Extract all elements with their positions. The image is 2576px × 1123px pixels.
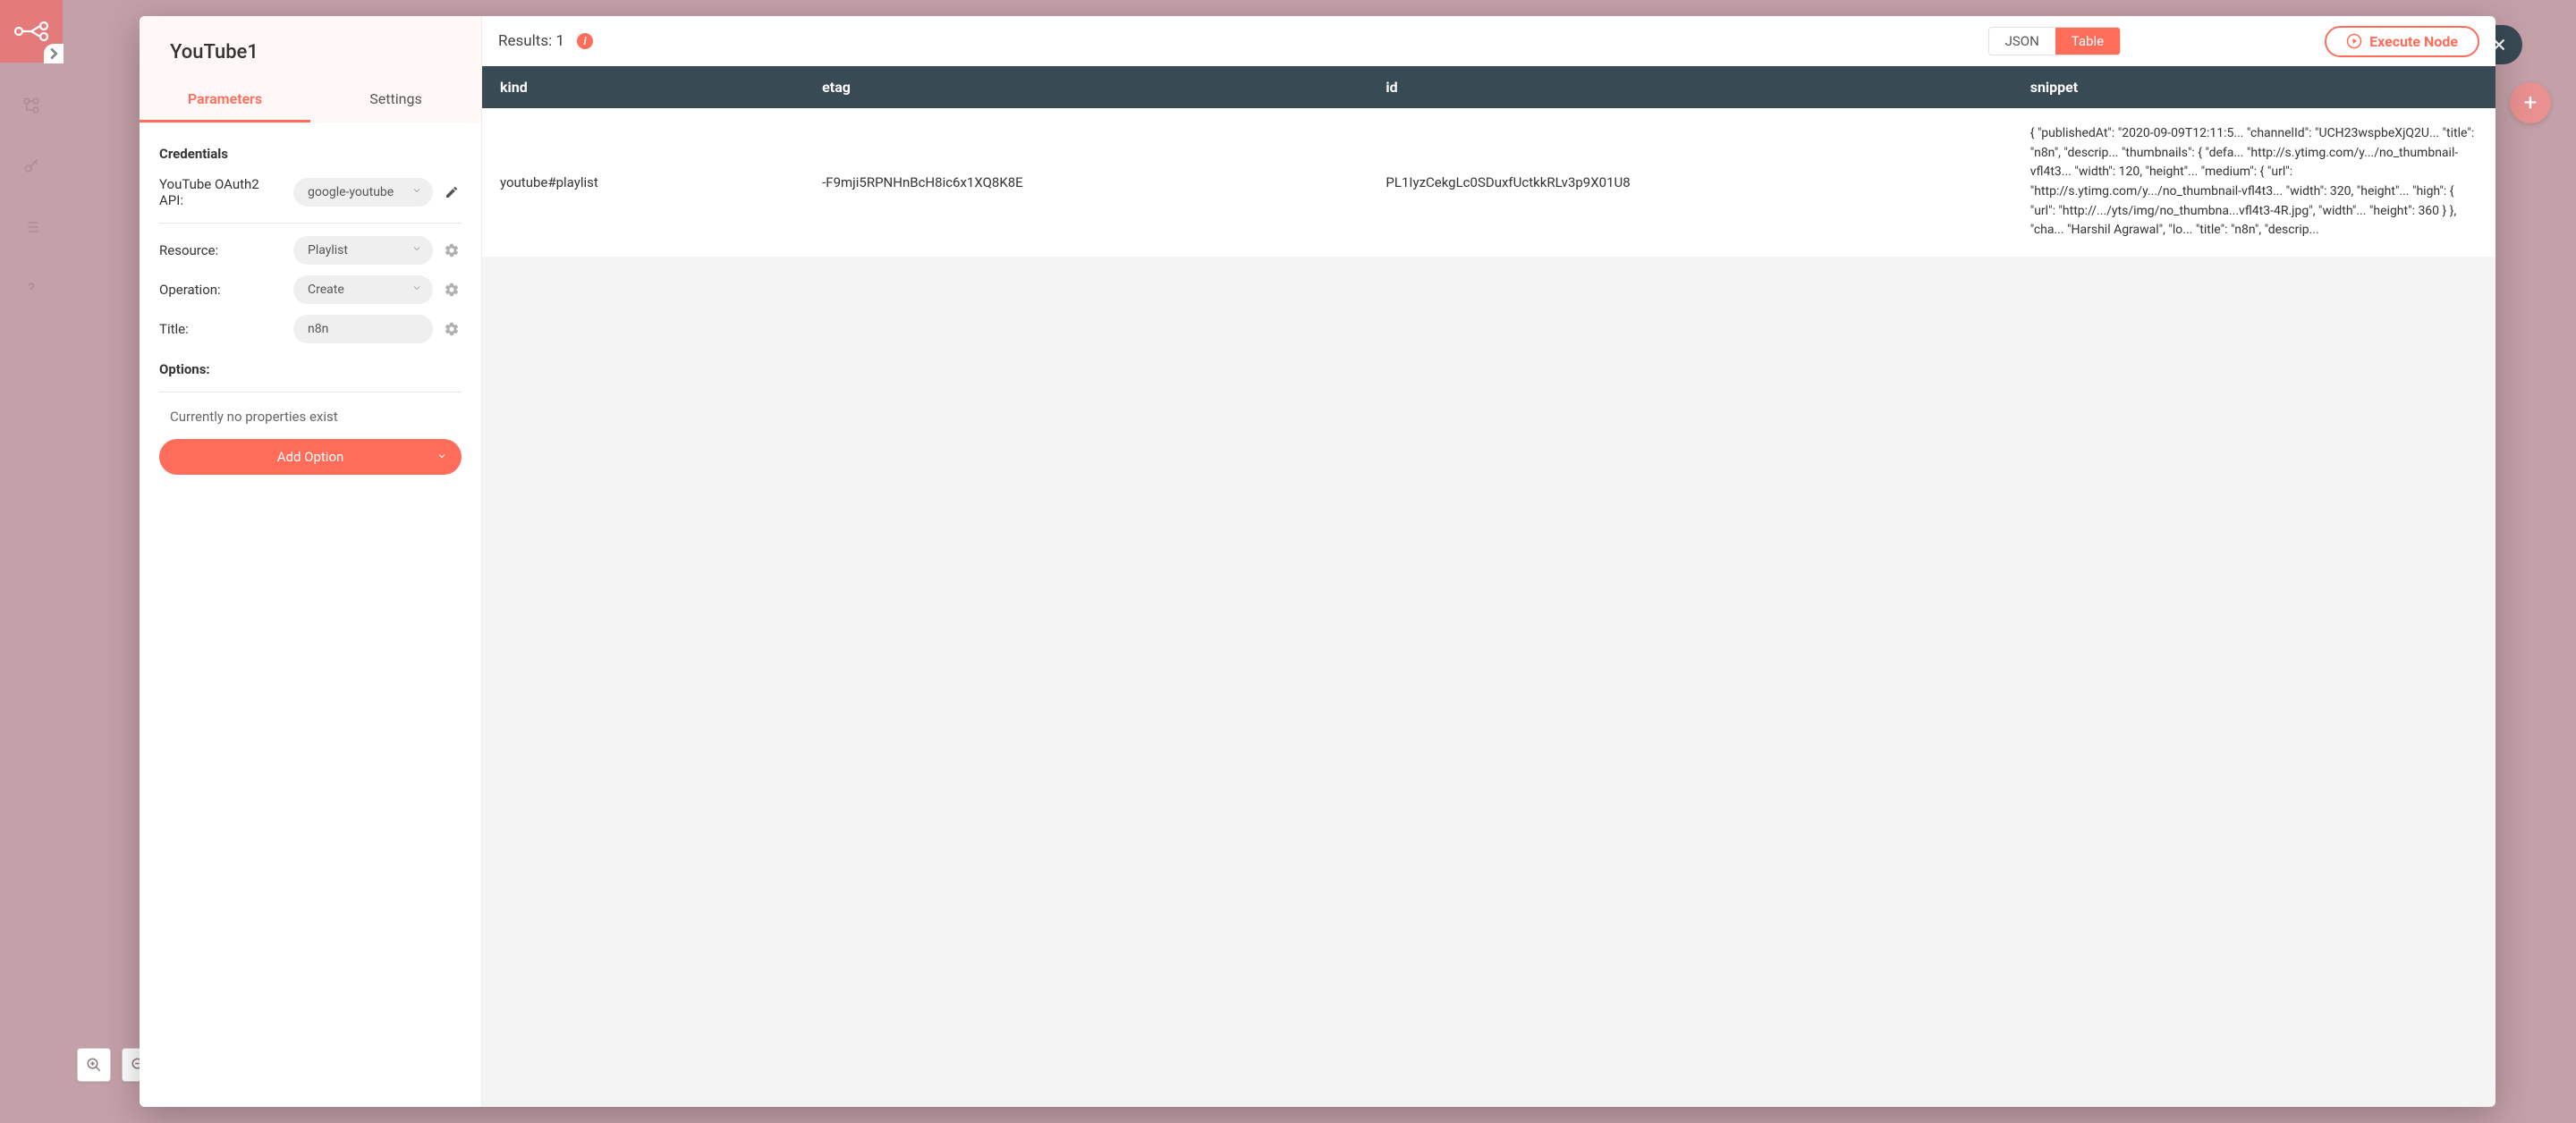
workflow-icon[interactable]	[0, 88, 63, 123]
nav-rail	[0, 0, 63, 1123]
view-json-button[interactable]: JSON	[1989, 28, 2055, 55]
results-table-wrap: kind etag id snippet youtube#playlist -F…	[482, 66, 2496, 1107]
panel-tabs: Parameters Settings	[140, 80, 481, 122]
gear-icon[interactable]	[442, 321, 462, 337]
key-icon[interactable]	[0, 148, 63, 184]
title-label: Title:	[159, 321, 284, 337]
resource-label: Resource:	[159, 242, 284, 258]
resource-value: Playlist	[308, 243, 348, 258]
col-snippet: snippet	[2012, 66, 2496, 108]
cell-snippet: { "publishedAt": "2020-09-09T12:11:5... …	[2012, 108, 2496, 257]
resource-select[interactable]: Playlist	[293, 236, 433, 265]
execute-label: Execute Node	[2369, 33, 2458, 50]
app-logo[interactable]	[0, 0, 63, 63]
view-table-button[interactable]: Table	[2055, 28, 2120, 55]
title-value: n8n	[308, 322, 328, 336]
node-title: YouTube1	[140, 16, 481, 80]
results-panel: Results: 1 i JSON Table Execute Node	[482, 16, 2496, 1107]
options-empty-text: Currently no properties exist	[159, 400, 462, 439]
node-editor-modal: YouTube1 Parameters Settings Credentials…	[140, 16, 2496, 1107]
help-icon[interactable]	[0, 270, 63, 306]
zoom-in-button[interactable]	[77, 1048, 111, 1082]
operation-label: Operation:	[159, 282, 284, 298]
chevron-down-icon	[436, 449, 447, 465]
add-option-label: Add Option	[277, 449, 344, 465]
results-toolbar: Results: 1 i JSON Table Execute Node	[482, 16, 2496, 66]
chevron-down-icon	[411, 185, 422, 199]
expand-nav-icon[interactable]	[44, 44, 64, 63]
table-row[interactable]: youtube#playlist -F9mji5RPNHnBcH8ic6x1XQ…	[482, 108, 2496, 257]
table-header-row: kind etag id snippet	[482, 66, 2496, 108]
tab-settings[interactable]: Settings	[310, 80, 481, 122]
credential-select[interactable]: google-youtube	[293, 178, 433, 207]
col-etag: etag	[804, 66, 1368, 108]
cell-kind: youtube#playlist	[482, 108, 804, 257]
col-kind: kind	[482, 66, 804, 108]
execute-node-button[interactable]: Execute Node	[2325, 26, 2479, 57]
play-icon	[2346, 33, 2362, 49]
operation-value: Create	[308, 283, 344, 297]
operation-select[interactable]: Create	[293, 275, 433, 304]
parameters-panel: YouTube1 Parameters Settings Credentials…	[140, 16, 482, 1107]
tab-parameters[interactable]: Parameters	[140, 80, 310, 122]
view-toggle: JSON Table	[1988, 27, 2122, 55]
chevron-down-icon	[411, 243, 422, 258]
list-icon[interactable]	[0, 209, 63, 245]
credential-api-label: YouTube OAuth2 API:	[159, 176, 284, 208]
options-heading: Options:	[159, 349, 462, 383]
edit-credential-icon[interactable]	[442, 185, 462, 199]
gear-icon[interactable]	[442, 242, 462, 258]
results-count: Results: 1	[498, 32, 564, 50]
credential-value: google-youtube	[308, 185, 394, 199]
title-input[interactable]: n8n	[293, 315, 433, 343]
cell-etag: -F9mji5RPNHnBcH8ic6x1XQ8K8E	[804, 108, 1368, 257]
cell-id: PL1IyzCekgLc0SDuxfUctkkRLv3p9X01U8	[1368, 108, 2012, 257]
credentials-heading: Credentials	[159, 140, 462, 171]
info-icon[interactable]: i	[577, 33, 593, 49]
chevron-down-icon	[411, 283, 422, 297]
gear-icon[interactable]	[442, 282, 462, 298]
add-option-button[interactable]: Add Option	[159, 439, 462, 475]
results-table: kind etag id snippet youtube#playlist -F…	[482, 66, 2496, 257]
add-node-button[interactable]: +	[2510, 82, 2551, 123]
col-id: id	[1368, 66, 2012, 108]
